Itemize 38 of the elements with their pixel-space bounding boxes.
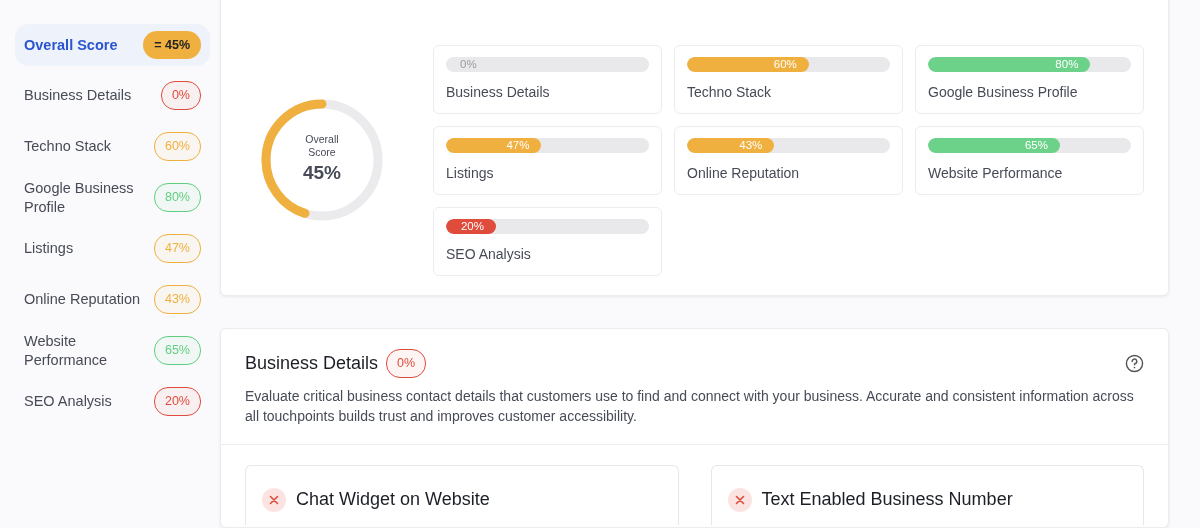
- sidebar-item[interactable]: Website Performance 65%: [15, 325, 210, 376]
- progress-fill: 60%: [687, 56, 809, 72]
- category-label: Website Performance: [928, 163, 1064, 183]
- sidebar-item[interactable]: Business Details 0%: [15, 70, 210, 121]
- sidebar-item[interactable]: Techno Stack 60%: [15, 121, 210, 172]
- category-label: Online Reputation: [687, 163, 801, 183]
- score-pill: 0%: [386, 349, 427, 378]
- category-label: Business Details: [446, 82, 551, 102]
- section-description: Evaluate critical business contact details that customers use to find and connect with your business. Accurate and consistent information across all touchpoints builds trust and improves customer accessibility.: [245, 386, 1135, 427]
- progress-fill: 65%: [928, 137, 1060, 153]
- progress-fill: 20%: [446, 218, 496, 234]
- score-pill: 80%: [153, 183, 201, 212]
- progress-fill: 43%: [687, 137, 775, 153]
- category-label: Techno Stack: [687, 82, 773, 102]
- sidebar-item[interactable]: Overall Score = 45%: [15, 24, 210, 66]
- score-pill: 0%: [160, 81, 201, 110]
- category-label: Google Business Profile: [928, 82, 1079, 102]
- score-pill: 47%: [153, 234, 201, 263]
- check-title: Text Enabled Business Number: [761, 488, 1013, 512]
- score-pill: 60%: [153, 132, 201, 161]
- category-label: SEO Analysis: [446, 244, 532, 264]
- score-pill: 65%: [153, 336, 201, 365]
- progress-reading: 0%: [459, 56, 477, 72]
- sidebar-item[interactable]: Google Business Profile 80%: [15, 172, 210, 223]
- score-pill: 20%: [153, 387, 201, 416]
- section-title: Business Details: [245, 351, 379, 375]
- score-pill: 43%: [153, 285, 201, 314]
- progress-fill: 47%: [446, 137, 542, 153]
- score-pill: = 45%: [143, 30, 201, 60]
- gauge-label: Overall Score: [304, 132, 340, 159]
- help-icon[interactable]: [1125, 353, 1144, 373]
- sidebar-item[interactable]: Online Reputation 43%: [15, 274, 210, 325]
- check-title: Chat Widget on Website: [296, 488, 490, 512]
- progress-fill: 80%: [928, 56, 1091, 72]
- category-label: Listings: [446, 163, 495, 183]
- gauge-value: 45%: [303, 160, 341, 185]
- sidebar-item[interactable]: SEO Analysis 20%: [15, 376, 210, 427]
- sidebar-item[interactable]: Listings 47%: [15, 223, 210, 274]
